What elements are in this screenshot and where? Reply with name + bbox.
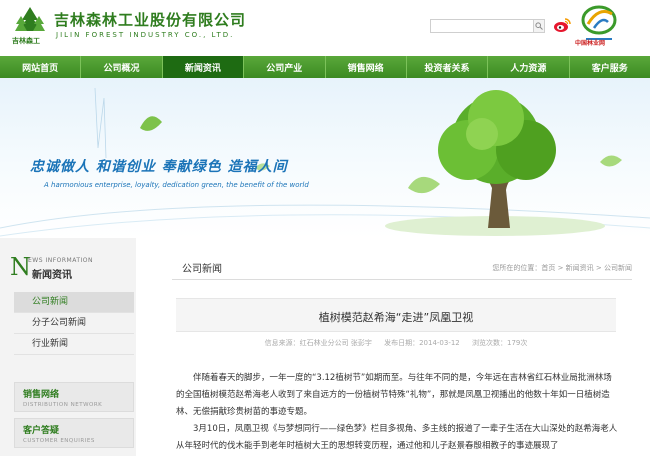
article-meta: 信息来源：红石林业分公司 张彭宇 发布日期：2014-03-12 浏览次数：17…: [172, 338, 620, 348]
sidebar: N EWS INFORMATION 新闻资讯 公司新闻 分子公司新闻 行业新闻 …: [0, 238, 136, 456]
article-paragraph: 3月10日，凤凰卫视《与梦想同行——绿色梦》栏目多视角、多主线的报道了一辈子生活…: [176, 424, 618, 451]
site-header: 吉林森工 吉林森林工业股份有限公司 JILIN FOREST INDUSTRY …: [0, 0, 650, 56]
nav-item-customer-service[interactable]: 客户服务: [570, 56, 650, 78]
section-header: 公司新闻 您所在的位置：首页 > 新闻资讯 > 公司新闻: [172, 256, 632, 280]
main-nav: 网站首页 公司概况 新闻资讯 公司产业 销售网络 投资者关系 人力资源 客户服务: [0, 56, 650, 78]
nav-item-company-overview[interactable]: 公司概况: [81, 56, 163, 78]
article-title-box: 植树模范赵希海“走进”凤凰卫视: [176, 298, 616, 332]
breadcrumb[interactable]: 您所在的位置：首页 > 新闻资讯 > 公司新闻: [492, 263, 632, 273]
article-date: 发布日期：2014-03-12: [384, 339, 460, 347]
sidebar-box-distribution[interactable]: 销售网络 DISTRIBUTION NETWORK: [14, 382, 134, 412]
main-content: 公司新闻 您所在的位置：首页 > 新闻资讯 > 公司新闻 植树模范赵希海“走进”…: [172, 238, 642, 456]
section-title: 公司新闻: [182, 264, 222, 275]
article-body: 伴随着春天的脚步，一年一度的“3.12植树节”如期而至。与往年不同的是，今年远在…: [176, 370, 620, 455]
search-icon: [535, 22, 543, 30]
sidebar-menu: 公司新闻 分子公司新闻 行业新闻: [14, 292, 134, 355]
article-views: 浏览次数：179次: [472, 339, 528, 347]
nav-item-industries[interactable]: 公司产业: [244, 56, 326, 78]
hero-banner: 忠诚做人 和谐创业 奉献绿色 造福人间 A harmonious enterpr…: [0, 78, 650, 238]
sidebar-title: N EWS INFORMATION 新闻资讯: [10, 254, 130, 284]
banner-slogan-english: A harmonious enterprise, loyalty, dedica…: [44, 181, 309, 189]
banner-slogan: 忠诚做人 和谐创业 奉献绿色 造福人间: [30, 159, 288, 175]
sidebar-item-company-news[interactable]: 公司新闻: [14, 292, 134, 313]
logo-subtitle: 吉林森工: [12, 37, 40, 45]
sidebar-box-customer-enquiries[interactable]: 客户答疑 CUSTOMER ENQUIRIES: [14, 418, 134, 448]
sidebar-item-industry-news[interactable]: 行业新闻: [14, 334, 134, 355]
forestnet-label: 中国林业网: [575, 40, 606, 47]
tree-logo-icon[interactable]: [14, 6, 46, 32]
sidebar-box-sublabel: DISTRIBUTION NETWORK: [23, 402, 103, 408]
weibo-icon[interactable]: [553, 17, 571, 33]
sidebar-title-english: EWS INFORMATION: [28, 257, 94, 264]
article-source: 信息来源：红石林业分公司 张彭宇: [264, 339, 372, 347]
search-button[interactable]: [533, 19, 545, 33]
article-title: 植树模范赵希海“走进”凤凰卫视: [318, 311, 474, 324]
nav-item-sales-network[interactable]: 销售网络: [326, 56, 407, 78]
article-paragraph: 伴随着春天的脚步，一年一度的“3.12植树节”如期而至。与往年不同的是，今年远在…: [176, 373, 612, 417]
nav-item-investor-relations[interactable]: 投资者关系: [407, 56, 489, 78]
nav-item-news[interactable]: 新闻资讯: [162, 56, 245, 78]
sidebar-box-label: 客户答疑: [23, 426, 60, 436]
sidebar-box-label: 销售网络: [23, 390, 60, 400]
sidebar-box-sublabel: CUSTOMER ENQUIRIES: [23, 438, 95, 444]
search-input[interactable]: [430, 19, 534, 33]
nav-item-home[interactable]: 网站首页: [0, 56, 82, 78]
nav-item-human-resources[interactable]: 人力资源: [488, 56, 570, 78]
company-name-english: JILIN FOREST INDUSTRY CO., LTD.: [56, 31, 235, 39]
company-name[interactable]: 吉林森林工业股份有限公司: [54, 9, 246, 30]
sidebar-title-chinese: 新闻资讯: [32, 270, 72, 281]
sidebar-item-subsidiary-news[interactable]: 分子公司新闻: [14, 313, 134, 334]
